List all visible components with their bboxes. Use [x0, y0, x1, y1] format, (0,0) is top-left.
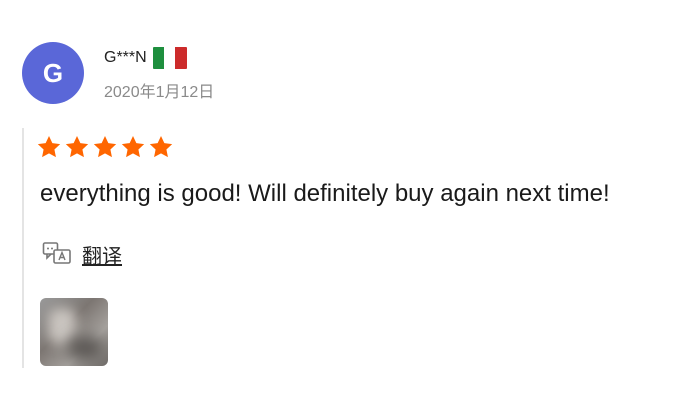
- star-icon: [92, 134, 118, 160]
- translate-row[interactable]: 翻译: [42, 240, 122, 269]
- translate-link[interactable]: 翻译: [82, 240, 122, 269]
- star-icon: [120, 134, 146, 160]
- user-name: G***N: [104, 49, 147, 66]
- flag-stripe-white: [164, 47, 176, 69]
- avatar: G: [22, 42, 84, 104]
- review-text: everything is good! Will definitely buy …: [40, 180, 610, 207]
- review-body: everything is good! Will definitely buy …: [22, 128, 694, 368]
- user-info: G***N: [104, 45, 187, 71]
- star-icon: [148, 134, 174, 160]
- flag-stripe-green: [152, 47, 165, 69]
- star-icon: [64, 134, 90, 160]
- photo-blur-shape: [68, 336, 102, 360]
- review-photo-thumbnail[interactable]: [40, 298, 108, 366]
- flag-stripe-red: [175, 47, 187, 69]
- italy-flag-icon: [152, 47, 187, 69]
- review-card: G G***N 2020年1月12日 everything is good! W…: [0, 0, 700, 400]
- review-date: 2020年1月12日: [104, 84, 215, 101]
- star-icon: [36, 134, 62, 160]
- translate-icon[interactable]: [42, 241, 72, 269]
- star-rating: [36, 134, 174, 160]
